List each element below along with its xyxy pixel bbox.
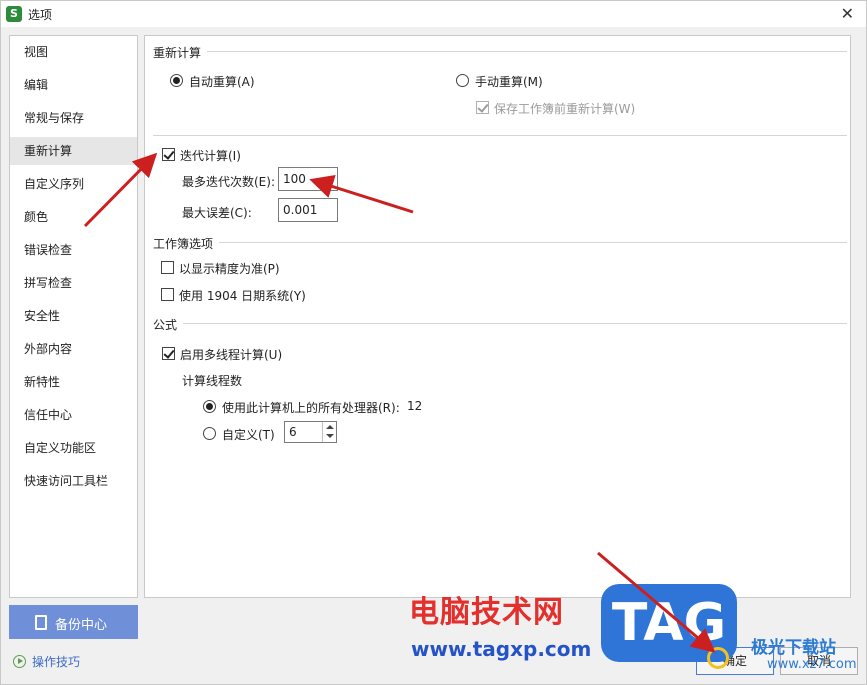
save-before-recalc-checkbox[interactable] (476, 101, 489, 114)
all-processors-radio[interactable] (203, 400, 216, 413)
sidebar-item-custom-lists[interactable]: 自定义序列 (10, 170, 137, 198)
backup-center-label: 备份中心 (55, 618, 108, 633)
close-icon[interactable]: ✕ (841, 4, 854, 23)
app-logo-icon: S (6, 6, 22, 22)
watermark-site2-url: www.xz7.com (767, 657, 857, 672)
play-circle-icon (13, 655, 26, 668)
sidebar-item-security[interactable]: 安全性 (10, 302, 137, 330)
iterative-calc-checkbox[interactable] (162, 148, 175, 161)
backup-icon (35, 615, 47, 630)
settings-panel: 重新计算 自动重算(A) 手动重算(M) 保存工作簿前重新计算(W) 迭代计算(… (144, 35, 851, 598)
thread-count-title: 计算线程数 (182, 374, 243, 388)
save-before-recalc-label: 保存工作簿前重新计算(W) (494, 102, 636, 116)
custom-threads-stepper[interactable]: 6 (284, 421, 337, 443)
custom-threads-value: 6 (289, 425, 297, 439)
watermark-cn-text: 电脑技术网 (409, 595, 564, 630)
processor-count: 12 (407, 399, 423, 413)
stepper-down-icon[interactable] (326, 434, 334, 438)
sidebar-item-error-check[interactable]: 错误检查 (10, 236, 137, 264)
divider (207, 51, 847, 52)
manual-recalc-label[interactable]: 手动重算(M) (475, 73, 543, 90)
precision-as-displayed-label[interactable]: 以显示精度为准(P) (179, 260, 280, 277)
divider (219, 242, 847, 243)
max-iterations-input[interactable]: 100 (278, 167, 338, 191)
sidebar-item-recalculation[interactable]: 重新计算 (10, 137, 137, 165)
window-title: 选项 (28, 8, 53, 22)
custom-threads-radio[interactable] (203, 427, 216, 440)
auto-recalc-label[interactable]: 自动重算(A) (189, 73, 255, 90)
custom-threads-label[interactable]: 自定义(T) (222, 426, 275, 443)
divider (153, 135, 847, 136)
iterative-calc-label[interactable]: 迭代计算(I) (180, 147, 241, 164)
backup-center-button[interactable]: 备份中心 (9, 605, 138, 639)
divider (183, 323, 847, 324)
sidebar-item-external-content[interactable]: 外部内容 (10, 335, 137, 363)
date-1904-label[interactable]: 使用 1904 日期系统(Y) (179, 287, 306, 304)
manual-recalc-radio[interactable] (456, 74, 469, 87)
auto-recalc-radio[interactable] (170, 74, 183, 87)
sidebar-item-quick-access-toolbar[interactable]: 快速访问工具栏 (10, 467, 137, 495)
operation-tips-link[interactable]: 操作技巧 (13, 653, 80, 670)
sidebar-item-edit[interactable]: 编辑 (10, 71, 137, 99)
sidebar-item-trust-center[interactable]: 信任中心 (10, 401, 137, 429)
max-error-label: 最大误差(C): (182, 206, 252, 220)
multithread-calc-checkbox[interactable] (162, 347, 175, 360)
sidebar-item-new-features[interactable]: 新特性 (10, 368, 137, 396)
max-iterations-label: 最多迭代次数(E): (182, 175, 275, 189)
precision-as-displayed-checkbox[interactable] (161, 261, 174, 274)
stepper-up-icon[interactable] (326, 425, 334, 429)
all-processors-label[interactable]: 使用此计算机上的所有处理器(R): (222, 399, 400, 416)
max-error-input[interactable]: 0.001 (278, 198, 338, 222)
recalc-section-title: 重新计算 (153, 46, 202, 60)
title-bar: S 选项 ✕ (1, 1, 866, 27)
date-1904-checkbox[interactable] (161, 288, 174, 301)
multithread-calc-label[interactable]: 启用多线程计算(U) (180, 346, 282, 363)
sidebar-item-custom-ribbon[interactable]: 自定义功能区 (10, 434, 137, 462)
watermark-circle-icon (707, 647, 729, 669)
sidebar-item-general-save[interactable]: 常规与保存 (10, 104, 137, 132)
sidebar-item-view[interactable]: 视图 (10, 38, 137, 66)
workbook-section-title: 工作簿选项 (153, 237, 214, 251)
stepper-arrows[interactable] (322, 422, 336, 442)
sidebar-item-spell-check[interactable]: 拼写检查 (10, 269, 137, 297)
operation-tips-label: 操作技巧 (32, 655, 81, 669)
sidebar-item-color[interactable]: 颜色 (10, 203, 137, 231)
watermark-site2-text: 极光下载站 (751, 638, 836, 658)
watermark-url-text: www.tagxp.com (411, 637, 592, 661)
options-dialog: S 选项 ✕ 视图 编辑 常规与保存 重新计算 自定义序列 颜色 错误检查 拼写… (0, 0, 867, 685)
sidebar: 视图 编辑 常规与保存 重新计算 自定义序列 颜色 错误检查 拼写检查 安全性 … (9, 35, 138, 598)
formula-section-title: 公式 (153, 318, 178, 332)
